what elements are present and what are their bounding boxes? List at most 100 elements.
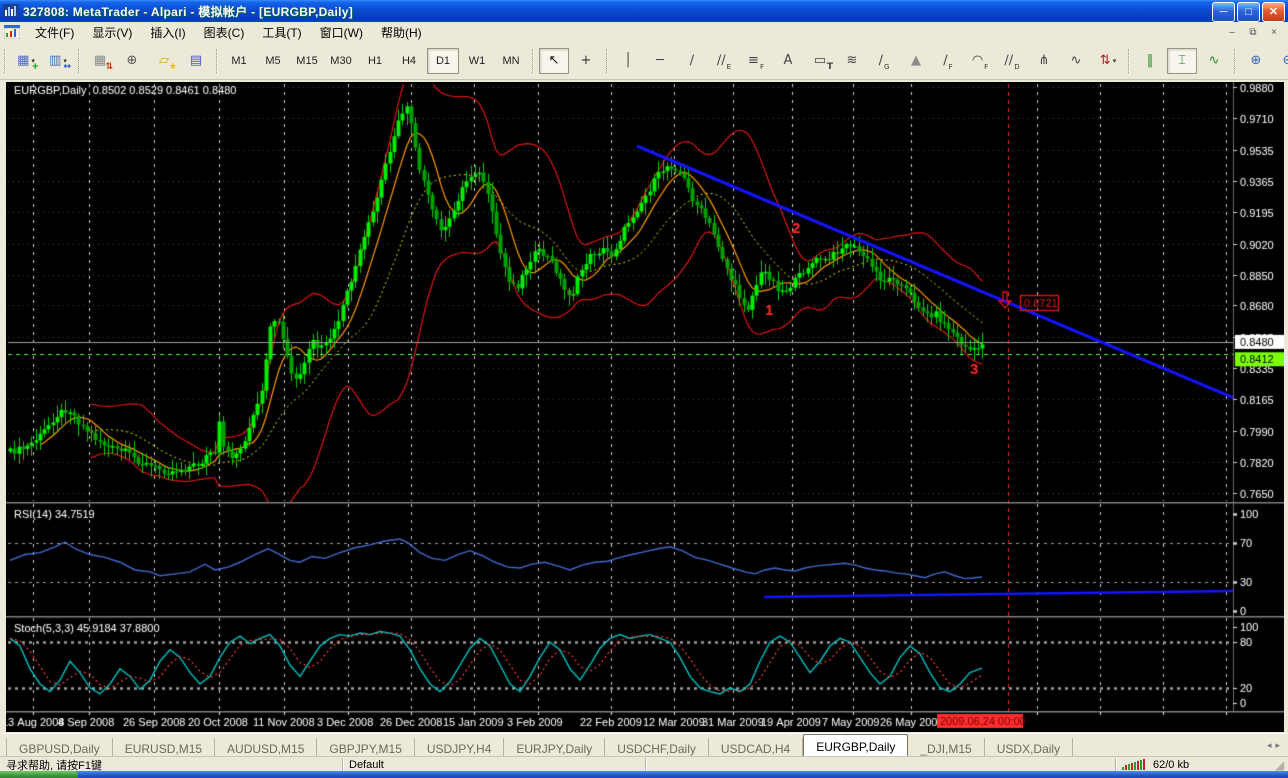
navigator-button[interactable]: ⊕ xyxy=(117,48,147,74)
close-button[interactable]: ✕ xyxy=(1262,2,1285,22)
tf-h1-button[interactable]: H1 xyxy=(359,48,391,74)
candlestick-chart-button[interactable]: ⌶ xyxy=(1167,48,1197,74)
menu-item-0[interactable]: 文件(F) xyxy=(26,22,83,43)
toolbar-group-timeframes: M1M5M15M30H1H4D1W1MN xyxy=(222,48,528,74)
start-button-fragment[interactable] xyxy=(0,771,78,778)
tf-m5-button[interactable]: M5 xyxy=(257,48,289,74)
vertical-line-button[interactable]: │ xyxy=(613,48,643,74)
fibo-retracement-button[interactable]: ≡F xyxy=(741,48,771,74)
toolbar-grip xyxy=(216,49,218,73)
tab-scroll-left-icon[interactable]: ◂ xyxy=(1267,740,1272,751)
bar-chart-icon: ‖ xyxy=(1147,54,1154,67)
market-watch-icon: ▦ xyxy=(94,54,106,67)
favorites-button[interactable]: ▱★ xyxy=(149,48,179,74)
toolbar-group-cursor: ↖+ xyxy=(538,48,602,74)
chart-tab-bar: GBPUSD,DailyEURUSD,M15AUDUSD,M15GBPJPY,M… xyxy=(0,733,1288,757)
fibo-arcs-button[interactable]: ◠F xyxy=(965,48,995,74)
tf-m1-button[interactable]: M1 xyxy=(223,48,255,74)
zoom-out-button[interactable]: ⊖ xyxy=(1273,48,1288,74)
gann-fan-icon: ▲ xyxy=(911,54,921,67)
toolbar-grip xyxy=(4,49,6,73)
gann-line-button[interactable]: ∕G xyxy=(869,48,899,74)
equidistant-channel-icon: ∕∕ xyxy=(717,54,726,67)
fibo-expansion-button[interactable]: ∕∕D xyxy=(997,48,1027,74)
toolbar-grip xyxy=(1234,49,1236,73)
dropdown-arrow-icon[interactable]: ▾ xyxy=(1113,57,1117,65)
tab-eurjpy-daily[interactable]: EURJPY,Daily xyxy=(504,738,605,757)
minimize-button[interactable]: ─ xyxy=(1212,2,1235,22)
line-chart-icon: ∿ xyxy=(1209,54,1220,67)
andrews-pitchfork-button[interactable]: ⋔ xyxy=(1029,48,1059,74)
tab-usdjpy-h4[interactable]: USDJPY,H4 xyxy=(415,738,504,757)
status-profile[interactable]: Default xyxy=(349,759,384,771)
equidistant-channel-button[interactable]: ∕∕E xyxy=(709,48,739,74)
tf-h4-button[interactable]: H4 xyxy=(393,48,425,74)
metatrader-window: 327808: MetaTrader - Alpari - 模拟帐户 - [EU… xyxy=(0,0,1288,778)
arrows-icon: ⇅ xyxy=(1100,54,1111,67)
market-watch-button[interactable]: ▦⇅ xyxy=(85,48,115,74)
tab-eurgbp-daily[interactable]: EURGBP,Daily xyxy=(803,734,908,757)
gann-fan-button[interactable]: ▲ xyxy=(901,48,931,74)
tool-sub-label: F xyxy=(984,63,988,71)
tool-sub-label: D xyxy=(1014,63,1019,71)
crosshair-button[interactable]: + xyxy=(571,48,601,74)
line-chart-button[interactable]: ∿ xyxy=(1199,48,1229,74)
chart-canvas[interactable] xyxy=(6,82,1284,732)
menu-item-4[interactable]: 工具(T) xyxy=(253,22,310,43)
tf-w1-button[interactable]: W1 xyxy=(461,48,493,74)
fibo-arcs-icon: ◠ xyxy=(972,54,983,67)
fibo-fan-button[interactable]: ∕F xyxy=(933,48,963,74)
tab-gbpusd-daily[interactable]: GBPUSD,Daily xyxy=(6,738,113,757)
tab-usdcad-h4[interactable]: USDCAD,H4 xyxy=(709,738,803,757)
tab-usdchf-daily[interactable]: USDCHF,Daily xyxy=(605,738,709,757)
tf-mn-button[interactable]: MN xyxy=(495,48,527,74)
tf-d1-button[interactable]: D1 xyxy=(427,48,459,74)
text-label-button[interactable]: ▭T xyxy=(805,48,835,74)
arrows-button[interactable]: ⇅▾ xyxy=(1093,48,1123,74)
candlestick-chart-icon: ⌶ xyxy=(1178,54,1186,67)
status-bar: 寻求帮助, 请按F1键 Default 62/0 kb ◢ xyxy=(0,756,1288,772)
child-restore-button[interactable]: ⧉ xyxy=(1243,24,1263,41)
fibo-channel-button[interactable]: ≋ xyxy=(837,48,867,74)
tab-gbpjpy-m15[interactable]: GBPJPY,M15 xyxy=(317,738,414,757)
bar-chart-button[interactable]: ‖ xyxy=(1135,48,1165,74)
trendline-button[interactable]: ∕ xyxy=(677,48,707,74)
maximize-button[interactable]: □ xyxy=(1237,2,1260,22)
profiles-button[interactable]: ▥↔▾ xyxy=(43,48,73,74)
tf-m15-button[interactable]: M15 xyxy=(291,48,323,74)
menu-item-3[interactable]: 图表(C) xyxy=(195,22,254,43)
cycle-lines-button[interactable]: ∿ xyxy=(1061,48,1091,74)
toolbar-grip xyxy=(1128,49,1130,73)
zoom-in-icon: ⊕ xyxy=(1251,54,1262,67)
text-button[interactable]: A xyxy=(773,48,803,74)
crosshair-icon: + xyxy=(581,54,592,67)
menu-item-5[interactable]: 窗口(W) xyxy=(311,22,372,43)
cursor-icon: ↖ xyxy=(549,54,560,67)
tool-sub-label: G xyxy=(884,63,889,71)
horizontal-line-button[interactable]: ─ xyxy=(645,48,675,74)
tab-scroll-right-icon[interactable]: ▸ xyxy=(1275,740,1280,751)
chart-window-icon xyxy=(4,25,20,39)
tool-overlay-glyph: T xyxy=(827,63,833,72)
tab-usdx-daily[interactable]: USDX,Daily xyxy=(985,738,1073,757)
zoom-in-button[interactable]: ⊕ xyxy=(1241,48,1271,74)
tf-m30-button[interactable]: M30 xyxy=(325,48,357,74)
tab--dji-m15[interactable]: _DJI,M15 xyxy=(908,738,984,757)
menu-item-1[interactable]: 显示(V) xyxy=(83,22,141,43)
tab-eurusd-m15[interactable]: EURUSD,M15 xyxy=(113,738,215,757)
toolbar: ▦+▾▥↔▾▦⇅⊕▱★▤M1M5M15M30H1H4D1W1MN↖+│─∕∕∕E… xyxy=(0,42,1288,80)
child-close-button[interactable]: × xyxy=(1264,24,1284,41)
menu-item-2[interactable]: 插入(I) xyxy=(141,22,194,43)
title-bar: 327808: MetaTrader - Alpari - 模拟帐户 - [EU… xyxy=(0,0,1288,22)
connection-bars-icon xyxy=(1122,759,1145,770)
terminal-button[interactable]: ▤ xyxy=(181,48,211,74)
cursor-button[interactable]: ↖ xyxy=(539,48,569,74)
new-chart-button[interactable]: ▦+▾ xyxy=(11,48,41,74)
text-label-icon: ▭ xyxy=(814,54,826,67)
toolbar-group-file: ▦+▾▥↔▾ xyxy=(10,48,74,74)
menu-item-6[interactable]: 帮助(H) xyxy=(372,22,431,43)
andrews-pitchfork-icon: ⋔ xyxy=(1039,54,1050,67)
tab-audusd-m15[interactable]: AUDUSD,M15 xyxy=(215,738,317,757)
toolbar-grip xyxy=(78,49,80,73)
child-minimize-button[interactable]: – xyxy=(1222,24,1242,41)
